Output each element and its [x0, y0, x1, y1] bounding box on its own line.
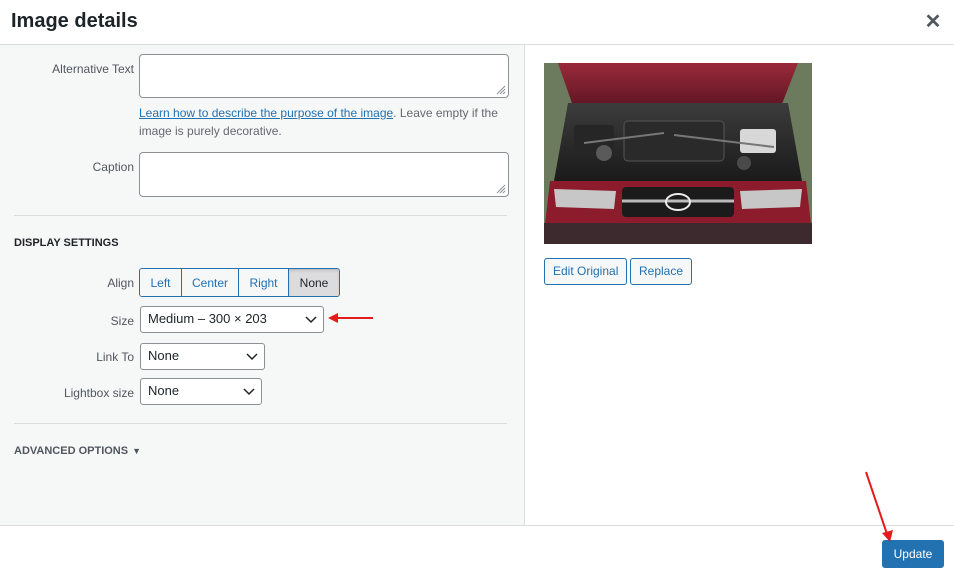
settings-panel: Alternative Text Learn how to describe t… [0, 45, 525, 525]
modal-footer: Update [0, 525, 954, 578]
chevron-down-icon [243, 388, 255, 396]
size-label: Size [110, 314, 134, 328]
lightbox-size-select-value: None [148, 383, 180, 398]
caption-field[interactable] [139, 152, 509, 197]
modal-title: Image details [11, 10, 138, 32]
advanced-options-toggle[interactable]: ADVANCED OPTIONS ▼ [14, 445, 141, 457]
alt-text-help-link[interactable]: Learn how to describe the purpose of the… [139, 106, 393, 120]
resize-grip-icon[interactable] [496, 85, 506, 95]
size-select[interactable]: Medium – 300 × 203 [140, 306, 324, 333]
align-label: Align [107, 276, 134, 290]
car-engine-photo [544, 63, 812, 244]
align-button-group: Left Center Right None [139, 268, 340, 297]
advanced-options-label: ADVANCED OPTIONS [14, 445, 129, 457]
align-left-button[interactable]: Left [140, 269, 182, 296]
modal-header: Image details ✕ [0, 0, 954, 45]
preview-panel: Edit Original Replace [526, 45, 954, 525]
update-button[interactable]: Update [882, 540, 944, 568]
align-none-button[interactable]: None [289, 269, 339, 296]
caption-label: Caption [92, 160, 134, 174]
link-to-label: Link To [96, 350, 134, 364]
link-to-select-value: None [148, 348, 180, 363]
lightbox-size-label: Lightbox size [63, 386, 134, 400]
edit-original-button[interactable]: Edit Original [544, 258, 628, 285]
alt-text-label: Alternative Text [52, 62, 134, 76]
image-preview [544, 63, 812, 244]
chevron-down-icon [246, 353, 258, 361]
lightbox-size-select[interactable]: None [140, 378, 262, 405]
align-right-button[interactable]: Right [239, 269, 289, 296]
close-icon[interactable]: ✕ [922, 11, 944, 33]
divider [14, 215, 507, 216]
alt-text-help: Learn how to describe the purpose of the… [139, 104, 509, 140]
alt-text-field[interactable] [139, 54, 509, 98]
link-to-select[interactable]: None [140, 343, 265, 370]
size-select-value: Medium – 300 × 203 [148, 311, 267, 326]
chevron-down-icon [305, 316, 317, 324]
replace-button[interactable]: Replace [630, 258, 693, 285]
triangle-down-icon: ▼ [132, 446, 142, 456]
display-settings-heading: DISPLAY SETTINGS [14, 237, 119, 249]
divider [14, 423, 507, 424]
align-center-button[interactable]: Center [182, 269, 239, 296]
resize-grip-icon[interactable] [496, 184, 506, 194]
